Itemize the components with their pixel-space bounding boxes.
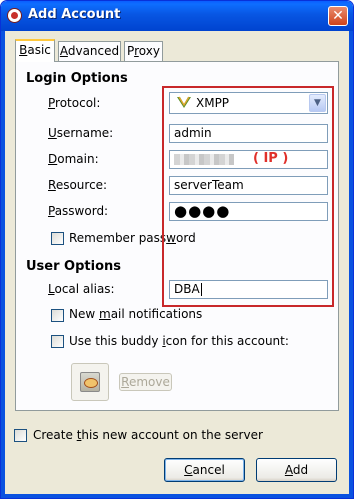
window-border-bottom	[1, 494, 353, 498]
tab-advanced[interactable]: Advanced	[58, 41, 121, 61]
buddy-icon-label[interactable]: Use this buddy icon for this account:	[69, 334, 289, 348]
buddy-image-icon	[80, 372, 100, 392]
create-account-label[interactable]: Create this new account on the server	[33, 428, 263, 442]
title-bar[interactable]: Add Account ✕	[1, 1, 353, 31]
local-alias-label: Local alias:	[48, 282, 115, 296]
window-border-right	[349, 31, 353, 498]
add-account-window: Add Account ✕ Basic Advanced Proxy Login…	[0, 0, 354, 499]
username-label: Username:	[48, 126, 114, 140]
password-label: Password:	[48, 204, 109, 218]
new-mail-notifications-label[interactable]: New mail notifications	[69, 307, 202, 321]
cancel-button[interactable]: Cancel	[164, 458, 245, 482]
close-button[interactable]: ✕	[328, 6, 348, 26]
user-options-heading: User Options	[26, 259, 121, 274]
add-button[interactable]: Add	[256, 458, 337, 482]
protocol-label: Protocol:	[48, 96, 101, 110]
buddy-icon-checkbox[interactable]	[51, 335, 64, 348]
login-options-heading: Login Options	[26, 71, 128, 86]
create-account-checkbox[interactable]	[14, 429, 27, 442]
window-border-left	[1, 31, 5, 498]
remember-password-checkbox[interactable]	[51, 232, 64, 245]
new-mail-notifications-checkbox[interactable]	[51, 309, 64, 322]
domain-label: Domain:	[48, 152, 99, 166]
tab-basic[interactable]: Basic	[15, 39, 55, 62]
remove-icon-button[interactable]: Remove	[119, 373, 172, 391]
tab-proxy[interactable]: Proxy	[124, 41, 163, 61]
pidgin-app-icon	[7, 8, 22, 23]
buddy-icon-button[interactable]	[71, 363, 109, 401]
resource-label: Resource:	[48, 178, 108, 192]
window-title: Add Account	[28, 7, 121, 22]
highlight-box	[162, 86, 334, 307]
